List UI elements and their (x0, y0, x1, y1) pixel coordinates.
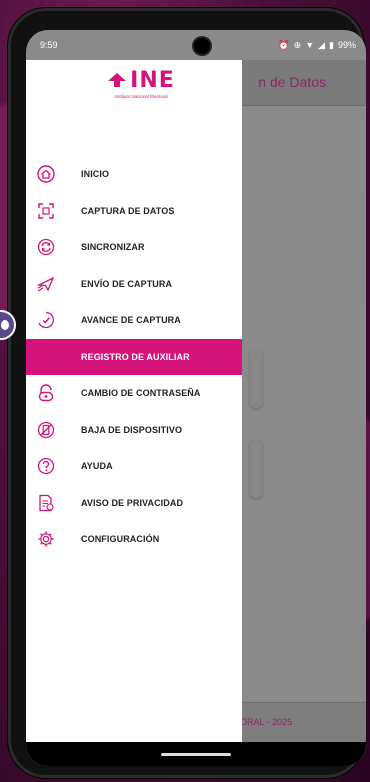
drawer-item-label: CAMBIO DE CONTRASEÑA (81, 388, 201, 399)
drawer-item-label: REGISTRO DE AUXILIAR (81, 351, 190, 362)
send-icon (36, 274, 56, 294)
alarm-icon: ⏰ (278, 39, 290, 50)
help-icon (36, 456, 56, 476)
drawer-item-privacy-notice[interactable]: AVISO DE PRIVACIDAD (26, 485, 242, 522)
drawer-item-home[interactable]: INICIO (26, 156, 242, 193)
app-title: n de Datos (258, 74, 326, 90)
progress-icon (36, 310, 56, 330)
home-indicator[interactable] (161, 752, 231, 756)
status-time: 9:59 (40, 40, 58, 50)
signal-icon: ◢ (318, 39, 326, 50)
logo-text: INE (130, 67, 175, 93)
drawer-item-label: INICIO (81, 169, 110, 180)
logo-subtitle: Instituto Nacional Electoral (114, 93, 168, 99)
home-icon (36, 164, 56, 184)
screen: 9:59 ⏰ ⊕ ▼ ◢ ▮ 99% n de Datos ORAL - 202… (26, 30, 366, 766)
drawer-item-sync[interactable]: SINCRONIZAR (26, 229, 242, 266)
front-camera (194, 38, 210, 54)
drawer-item-label: AYUDA (81, 461, 113, 472)
drawer-item-settings[interactable]: CONFIGURACIÓN (26, 521, 242, 558)
scan-icon (36, 201, 56, 221)
register-icon (36, 347, 56, 367)
phone-frame: 9:59 ⏰ ⊕ ▼ ◢ ▮ 99% n de Datos ORAL - 202… (8, 8, 366, 778)
drawer-item-label: AVISO DE PRIVACIDAD (81, 497, 184, 508)
battery-icon: ▮ (329, 39, 334, 50)
battery-percent: 99% (337, 40, 356, 50)
drawer-item-register[interactable]: REGISTRO DE AUXILIAR (26, 338, 242, 375)
app-card[interactable] (250, 350, 262, 408)
drawer-item-device-removal[interactable]: BAJA DE DISPOSITIVO (26, 412, 242, 449)
drawer-item-password[interactable]: CAMBIO DE CONTRASEÑA (26, 375, 242, 412)
drawer-item-send[interactable]: ENVÍO DE CAPTURA (26, 266, 242, 303)
status-icons: ⏰ ⊕ ▼ ◢ ▮ 99% (278, 40, 356, 51)
drawer-item-progress[interactable]: AVANCE DE CAPTURA (26, 302, 242, 339)
sync-icon (36, 237, 56, 257)
drawer-menu: INICIO CAPTURA DE DATOS SINCRONIZAR ENVÍO D… (26, 156, 242, 558)
ine-logo-mark-icon (108, 73, 127, 87)
privacy-notice-icon (36, 493, 56, 513)
drawer-item-label: AVANCE DE CAPTURA (81, 315, 181, 326)
drawer-item-help[interactable]: AYUDA (26, 448, 242, 485)
app-card[interactable] (250, 440, 262, 498)
ine-logo: INE Instituto Nacional Electoral (86, 60, 196, 106)
navigation-bar (26, 742, 366, 766)
drawer-item-label: CONFIGURACIÓN (81, 534, 160, 545)
device-removal-icon (36, 420, 56, 440)
drawer-item-label: CAPTURA DE DATOS (81, 205, 175, 216)
data-saver-icon: ⊕ (293, 39, 302, 50)
drawer-item-label: SINCRONIZAR (81, 242, 145, 253)
drawer-item-scan[interactable]: CAPTURA DE DATOS (26, 193, 242, 230)
password-icon (36, 383, 56, 403)
footer-text: ORAL - 2025 (240, 717, 293, 727)
drawer-item-label: BAJA DE DISPOSITIVO (81, 424, 183, 435)
wifi-icon: ▼ (305, 40, 315, 50)
drawer-item-label: ENVÍO DE CAPTURA (81, 278, 173, 289)
navigation-drawer: INE Instituto Nacional Electoral INICIO C… (26, 60, 242, 742)
settings-icon (36, 529, 56, 549)
